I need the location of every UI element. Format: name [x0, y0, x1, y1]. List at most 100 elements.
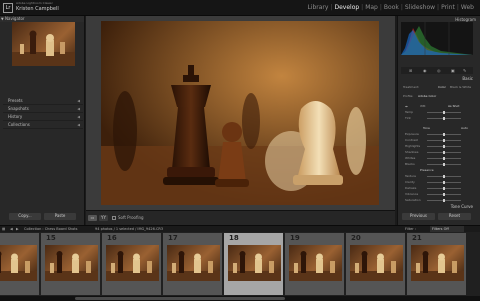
- slider-handle[interactable]: [443, 187, 445, 190]
- filmstrip-thumbnail[interactable]: [45, 245, 98, 281]
- paste-button[interactable]: Paste: [44, 213, 76, 220]
- slider-track[interactable]: [427, 199, 461, 202]
- expand-triangle-icon: ◀: [77, 99, 80, 103]
- panel-label: Collections: [8, 122, 30, 127]
- bw-option[interactable]: Black & White: [450, 85, 471, 89]
- slider-track[interactable]: [427, 175, 461, 178]
- slider-handle[interactable]: [443, 157, 445, 160]
- mask-tool-icon[interactable]: ▣: [451, 68, 455, 73]
- slider-track[interactable]: [427, 157, 461, 160]
- filmstrip-cell[interactable]: 18: [224, 233, 283, 295]
- slider-track[interactable]: [427, 181, 461, 184]
- collection-path[interactable]: Collection : Chess Board Shots: [24, 227, 77, 231]
- color-option[interactable]: Color: [438, 85, 446, 89]
- slider-track[interactable]: [427, 163, 461, 166]
- panel-snapshots[interactable]: Snapshots ◀: [3, 105, 83, 113]
- filmstrip-cell[interactable]: 15: [41, 233, 100, 295]
- module-web[interactable]: Web: [461, 4, 474, 11]
- reset-button[interactable]: Reset: [438, 213, 471, 220]
- histogram-graph: [401, 22, 473, 55]
- slider-label: Temp: [405, 110, 413, 114]
- slider-handle[interactable]: [443, 145, 445, 148]
- module-slideshow[interactable]: Slideshow: [405, 4, 435, 11]
- module-book[interactable]: Book: [384, 4, 399, 11]
- slider-track[interactable]: [427, 193, 461, 196]
- chess-photo-art: [101, 21, 379, 205]
- brand-text: Adobe Lightroom Classic: [16, 1, 54, 5]
- grid-view-icon[interactable]: ▦: [2, 227, 5, 231]
- slider-track[interactable]: [427, 133, 461, 136]
- slider-track[interactable]: [427, 139, 461, 142]
- chess-thumbnail-art: [12, 30, 75, 66]
- slider-track[interactable]: [427, 145, 461, 148]
- panel-history[interactable]: History ◀: [3, 113, 83, 121]
- slider-label: Whites: [405, 156, 416, 160]
- filmstrip-thumbnail[interactable]: [167, 245, 220, 281]
- back-arrow-icon[interactable]: ◀: [10, 227, 13, 231]
- slider-track[interactable]: [427, 187, 461, 190]
- slider-handle[interactable]: [443, 151, 445, 154]
- red-eye-icon[interactable]: ◎: [437, 68, 441, 73]
- filmstrip-cell[interactable]: 19: [285, 233, 344, 295]
- filmstrip-cell[interactable]: 17: [163, 233, 222, 295]
- filmstrip-thumbnail[interactable]: [228, 245, 281, 281]
- slider-handle[interactable]: [443, 111, 445, 114]
- slider-handle[interactable]: [443, 193, 445, 196]
- panel-presets[interactable]: Presets ◀: [3, 97, 83, 105]
- auto-tone-button[interactable]: Auto: [461, 126, 468, 130]
- forward-arrow-icon[interactable]: ▶: [16, 227, 19, 231]
- histogram[interactable]: [401, 22, 473, 55]
- tone-curve-header[interactable]: Tone Curve: [401, 204, 473, 209]
- module-map[interactable]: Map: [365, 4, 378, 11]
- filmstrip-thumbnail[interactable]: [411, 245, 464, 281]
- identity-plate: Kristen Campbell: [16, 6, 59, 12]
- slider-handle[interactable]: [443, 133, 445, 136]
- basic-panel-header[interactable]: Basic: [401, 76, 473, 82]
- spot-removal-icon[interactable]: ◉: [423, 68, 427, 73]
- collapse-triangle-icon: ▼: [1, 17, 4, 21]
- panel-collections[interactable]: Collections ◀: [3, 121, 83, 129]
- module-print[interactable]: Print: [441, 4, 455, 11]
- filmstrip-cell[interactable]: 14: [0, 233, 39, 295]
- slider-track[interactable]: [427, 111, 461, 114]
- lightroom-window: Lr Adobe Lightroom Classic Kristen Campb…: [0, 0, 480, 301]
- loupe-view-icon[interactable]: ▭: [88, 215, 97, 221]
- slider-label: Shadows: [405, 150, 419, 154]
- expand-triangle-icon: ◀: [77, 115, 80, 119]
- eyedropper-icon[interactable]: ✒: [405, 104, 408, 109]
- filmstrip-thumbnail[interactable]: [289, 245, 342, 281]
- module-library[interactable]: Library: [307, 4, 328, 11]
- crop-tool-icon[interactable]: ⊞: [409, 68, 412, 73]
- slider-track[interactable]: [427, 151, 461, 154]
- slider-label: Tint: [405, 116, 411, 120]
- slider-handle[interactable]: [443, 181, 445, 184]
- tone-label: Tone: [423, 126, 430, 130]
- previous-button[interactable]: Previous: [402, 213, 435, 220]
- filmstrip-cell[interactable]: 21: [407, 233, 466, 295]
- slider-handle[interactable]: [443, 139, 445, 142]
- slider-handle[interactable]: [443, 163, 445, 166]
- wb-dropdown[interactable]: As Shot: [448, 104, 459, 108]
- copy-button[interactable]: Copy...: [9, 213, 41, 220]
- expand-triangle-icon: ◀: [77, 123, 80, 127]
- filmstrip-thumbnail[interactable]: [0, 245, 37, 281]
- module-develop[interactable]: Develop: [334, 4, 359, 11]
- filmstrip-thumbnail[interactable]: [350, 245, 403, 281]
- slider-handle[interactable]: [443, 117, 445, 120]
- main-photo[interactable]: [101, 21, 379, 205]
- filmstrip-cell[interactable]: 16: [102, 233, 161, 295]
- cell-number: 19: [290, 234, 300, 242]
- develop-tool-strip: ⊞ ◉ ◎ ▣ ✎: [401, 67, 473, 74]
- slider-track[interactable]: [427, 117, 461, 120]
- profile-dropdown[interactable]: Adobe Color: [418, 94, 436, 98]
- scrollbar-thumb[interactable]: [75, 297, 285, 300]
- filmstrip-cell[interactable]: 20: [346, 233, 405, 295]
- filmstrip-thumbnail[interactable]: [106, 245, 159, 281]
- slider-handle[interactable]: [443, 175, 445, 178]
- navigator-preview[interactable]: [12, 22, 75, 66]
- brush-tool-icon[interactable]: ✎: [463, 68, 466, 73]
- lightroom-logo-icon: Lr: [3, 3, 13, 13]
- before-after-icon[interactable]: YY: [99, 215, 108, 221]
- slider-handle[interactable]: [443, 199, 445, 202]
- soft-proofing-checkbox[interactable]: [112, 216, 116, 220]
